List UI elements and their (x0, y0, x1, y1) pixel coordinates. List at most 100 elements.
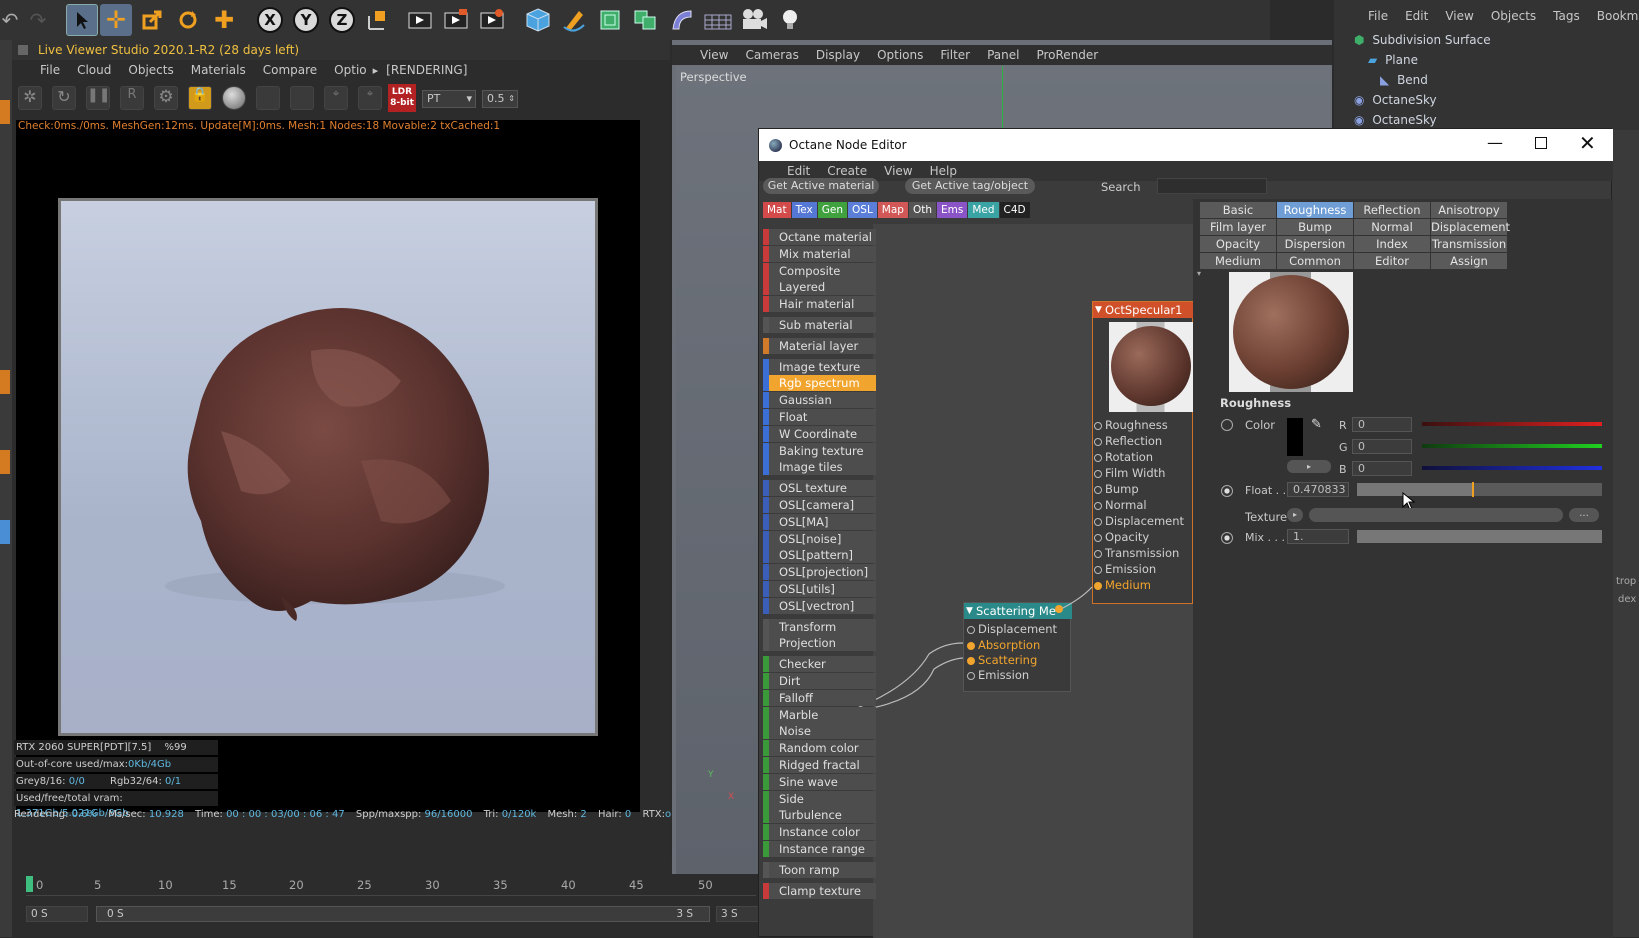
camera-icon[interactable] (738, 4, 770, 36)
close-icon[interactable]: ✕ (1579, 131, 1596, 155)
texture-expand-button[interactable]: ▸ (1287, 508, 1303, 522)
node-list-item[interactable]: OSL[MA] (763, 513, 876, 530)
attr-tab[interactable]: Film layer (1200, 219, 1276, 235)
texture-slot[interactable] (1309, 508, 1563, 522)
x-axis-icon[interactable]: X (254, 4, 286, 36)
r-field[interactable]: 0 (1352, 417, 1412, 432)
minimize-icon[interactable]: — (1487, 133, 1503, 152)
coordinate-system-icon[interactable] (362, 4, 394, 36)
node-list-item[interactable]: Image texture (763, 358, 876, 375)
menu-objects[interactable]: Objects (128, 63, 173, 77)
object-row[interactable]: ◉ OctaneSky (1354, 90, 1604, 110)
node-list-item[interactable]: OSL texture (763, 480, 876, 497)
viewport-menu-panel[interactable]: Panel (987, 48, 1019, 62)
node-list-item[interactable]: OSL[noise] (763, 530, 876, 547)
attr-tab[interactable]: Editor (1354, 253, 1430, 269)
y-axis-icon[interactable]: Y (290, 4, 322, 36)
node-list-item[interactable]: Falloff (763, 689, 876, 706)
g-field[interactable]: 0 (1352, 439, 1412, 454)
node-list-item[interactable]: Sine wave (763, 773, 876, 790)
node-list-item[interactable]: OSL[camera] (763, 497, 876, 513)
render-settings-icon[interactable] (476, 4, 508, 36)
pick-icon[interactable]: ⌖ (324, 86, 348, 110)
node-list-item[interactable]: Gaussian spectrum (763, 392, 876, 423)
float-slider[interactable] (1357, 482, 1602, 497)
floor-icon[interactable] (702, 4, 734, 36)
r-slider[interactable] (1422, 422, 1602, 426)
restart-render-icon[interactable]: ↻ (52, 86, 76, 110)
viewport-menu-display[interactable]: Display (816, 48, 860, 62)
node-list-item[interactable]: Side (763, 790, 876, 807)
b-field[interactable]: 0 (1352, 461, 1412, 476)
object-row[interactable]: ▰ Plane (1368, 50, 1608, 70)
node-list-item[interactable]: Dirt (763, 673, 876, 689)
color-radio[interactable] (1221, 419, 1233, 431)
om-menu-edit[interactable]: Edit (1405, 9, 1428, 23)
node-list-item[interactable]: W Coordinate (763, 425, 876, 442)
viewport-menu-cameras[interactable]: Cameras (745, 48, 798, 62)
z-axis-icon[interactable]: Z (326, 4, 358, 36)
menu-materials[interactable]: Materials (191, 63, 246, 77)
node-list-item[interactable]: Baking texture (763, 442, 876, 459)
attr-tab[interactable]: Medium (1200, 253, 1276, 269)
texture-browse-button[interactable]: ... (1569, 508, 1599, 522)
render-view-icon[interactable] (404, 4, 436, 36)
attr-tab[interactable]: Index (1354, 236, 1430, 252)
node-list-item[interactable]: Material layer (763, 337, 876, 354)
attr-tab-active[interactable]: Roughness (1277, 202, 1353, 218)
node-list-item[interactable]: Random color (763, 740, 876, 757)
attr-tab[interactable]: Opacity (1200, 236, 1276, 252)
menu-file[interactable]: File (40, 63, 60, 77)
attr-tab[interactable]: Common (1277, 253, 1353, 269)
viewport-menu-options[interactable]: Options (877, 48, 923, 62)
object-row[interactable]: ◣ Bend (1380, 70, 1610, 90)
range-slider[interactable]: 0 S 3 S (96, 906, 710, 922)
node-list-item[interactable]: Ridged fractal (763, 757, 876, 773)
render-picture-viewer-icon[interactable] (440, 4, 472, 36)
node-list-item[interactable]: OSL[pattern] (763, 547, 876, 564)
attr-tab[interactable]: Anisotropy (1431, 202, 1507, 218)
node-list-item[interactable]: Clamp texture (763, 882, 876, 899)
scale-icon[interactable] (136, 4, 168, 36)
float-radio[interactable] (1221, 485, 1233, 497)
select-arrow-icon[interactable] (66, 4, 98, 36)
menu-compare[interactable]: Compare (263, 63, 317, 77)
mix-radio[interactable] (1221, 532, 1233, 544)
node-list-item[interactable]: Instance color (763, 824, 876, 841)
attr-tab[interactable]: Displacement (1431, 219, 1510, 235)
color-swatch[interactable] (1287, 418, 1303, 456)
pause-render-icon[interactable]: ❚❚ (86, 86, 110, 110)
object-row[interactable]: ⬢ Subdivision Surface (1354, 30, 1614, 50)
tool-strip-icon[interactable] (0, 100, 10, 124)
node-list-item[interactable]: Hair material (763, 296, 876, 313)
node-list-item[interactable]: Instance range (763, 841, 876, 857)
viewport-menu-prorender[interactable]: ProRender (1036, 48, 1098, 62)
viewport-menu-filter[interactable]: Filter (940, 48, 970, 62)
timeline[interactable]: 0 S 0 S 3 S 3 S (12, 862, 770, 937)
subdivision-icon[interactable] (594, 4, 626, 36)
move-icon[interactable]: ✛ (100, 4, 132, 36)
settings-gear-icon[interactable]: ⚙ (154, 86, 178, 110)
attr-tab[interactable]: Bump (1277, 219, 1353, 235)
attr-tab[interactable]: Normal (1354, 219, 1430, 235)
om-menu-file[interactable]: File (1368, 9, 1388, 23)
float-slider-handle[interactable] (1472, 482, 1475, 497)
om-menu-bookmarks[interactable]: Bookmarks (1597, 9, 1639, 23)
timeline-ruler[interactable] (26, 874, 756, 896)
node-list-item[interactable]: Rgb spectrum (763, 375, 876, 392)
node-list-item[interactable]: Image tiles (763, 459, 876, 476)
node-list-item[interactable]: Toon ramp (763, 861, 876, 878)
node-list-item[interactable]: Float (763, 409, 876, 425)
tool-strip-icon[interactable] (0, 450, 10, 474)
menu-options[interactable]: Optio (334, 63, 366, 77)
pick-material-icon[interactable]: ⌖ (358, 86, 382, 110)
frame-icon[interactable] (256, 86, 280, 110)
g-slider[interactable] (1422, 444, 1602, 448)
frame-alt-icon[interactable] (290, 86, 314, 110)
float-field[interactable]: 0.470833 (1287, 482, 1349, 497)
collapse-triangle-icon[interactable]: ▾ (1197, 269, 1201, 278)
eyedropper-icon[interactable]: ✎ (1311, 417, 1322, 432)
node-list-item[interactable]: Layered material (763, 279, 876, 310)
om-menu-view[interactable]: View (1445, 9, 1473, 23)
node-list-item[interactable]: Transform (763, 618, 876, 635)
